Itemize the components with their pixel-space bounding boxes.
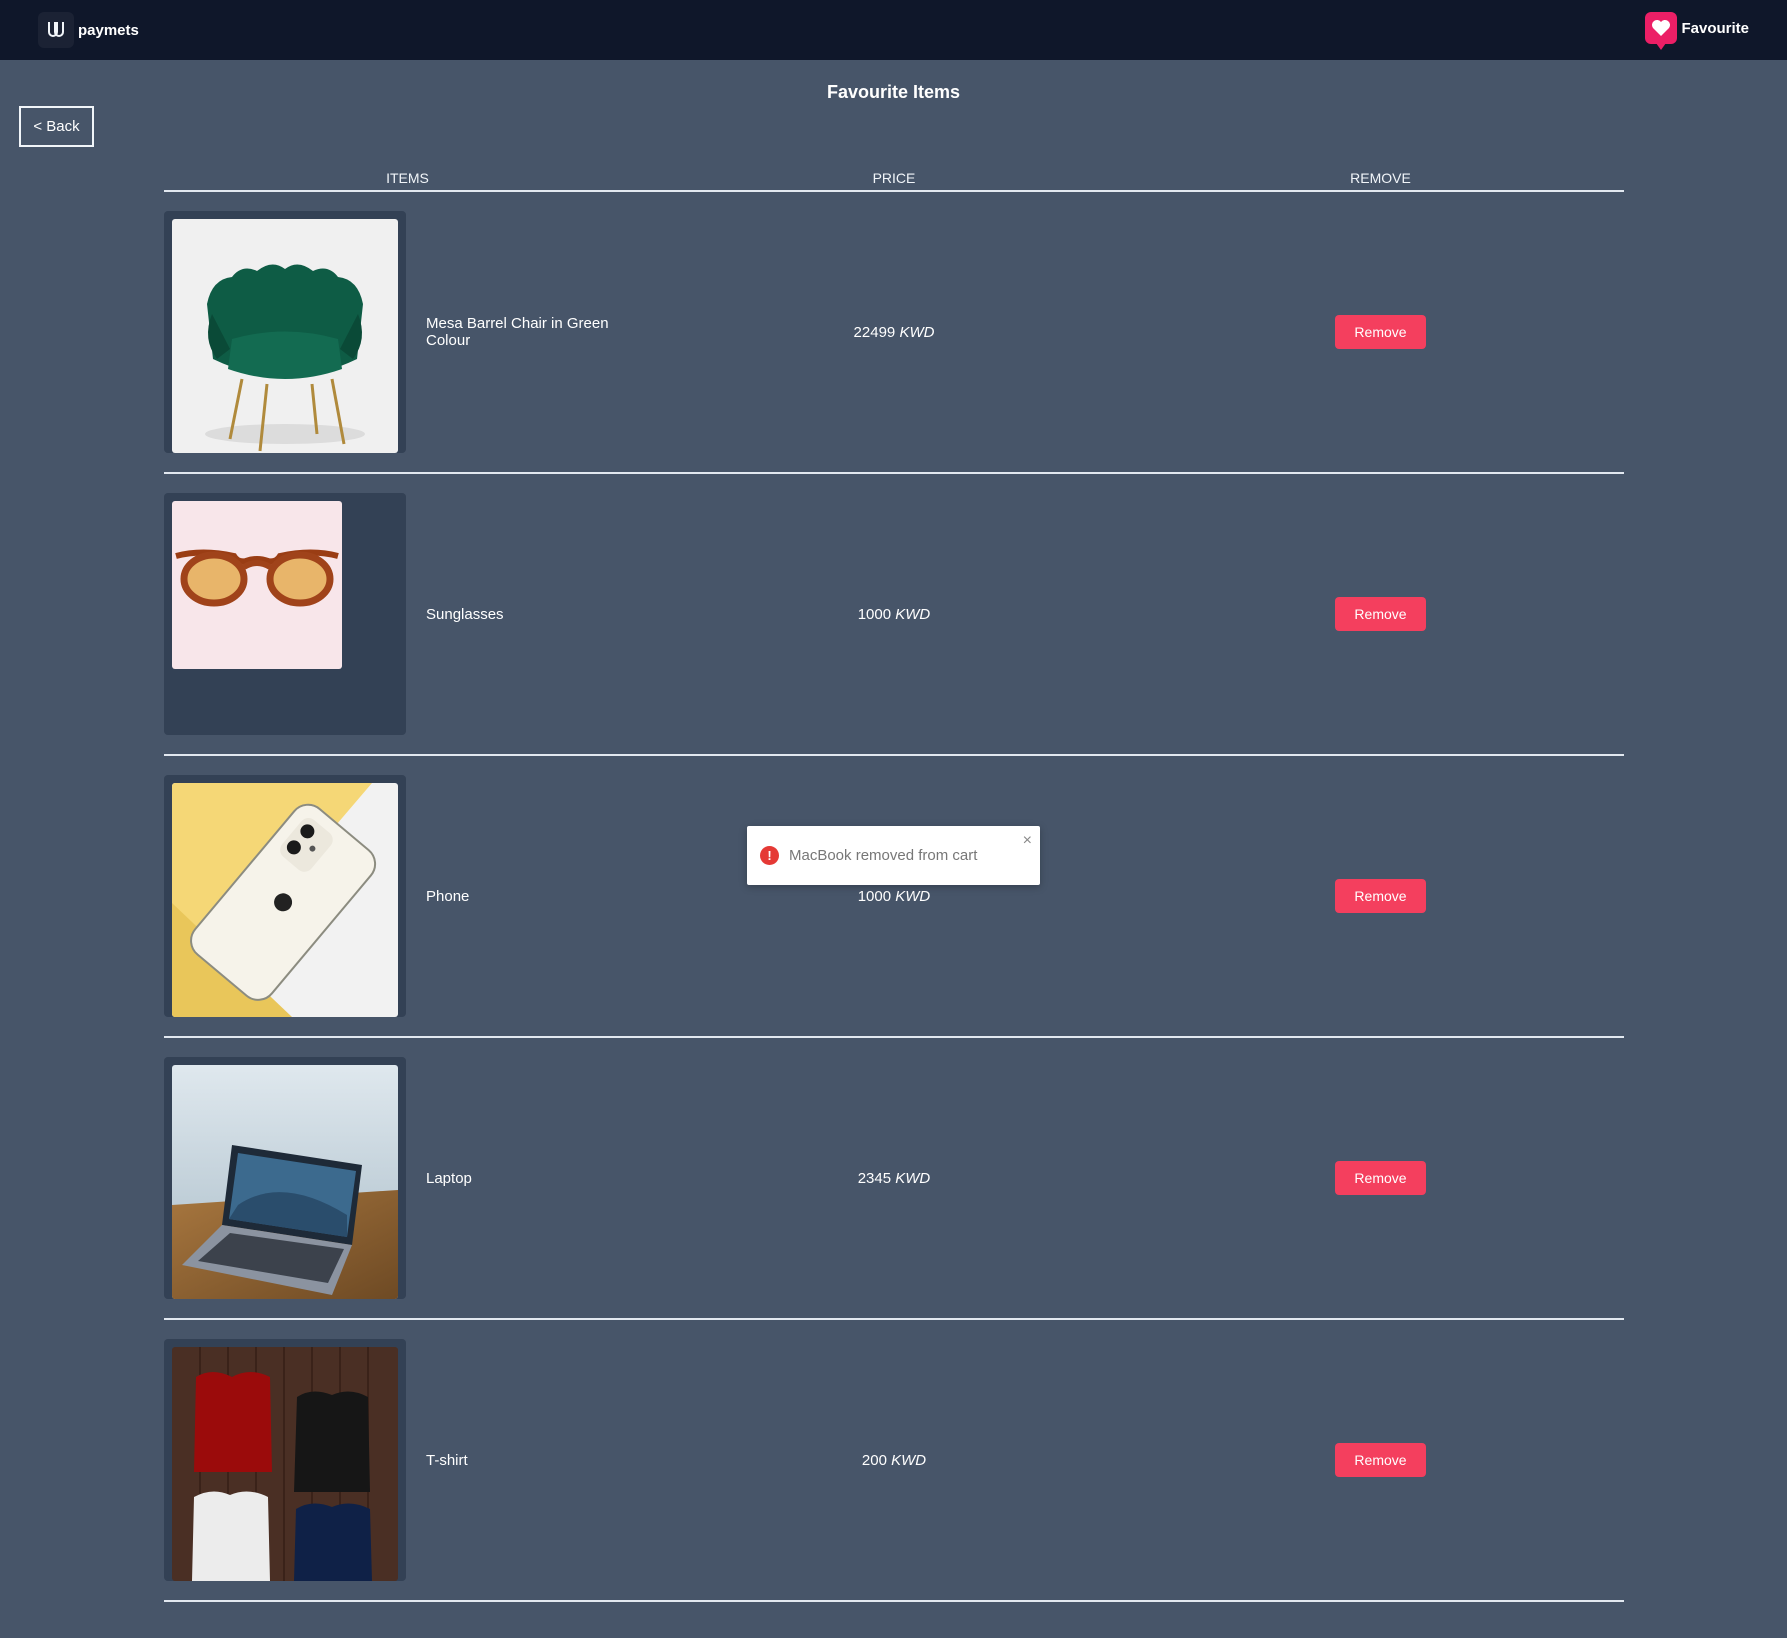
- thumbnail-frame: [164, 1339, 406, 1581]
- remove-button[interactable]: Remove: [1335, 597, 1426, 631]
- brand-logo-icon: [38, 12, 74, 48]
- price-cell: 1000 KWD: [651, 606, 1137, 623]
- brand-name: paymets: [78, 21, 139, 39]
- remove-cell: Remove: [1137, 597, 1624, 631]
- thumbnail-frame: [164, 493, 406, 735]
- remove-cell: Remove: [1137, 1161, 1624, 1195]
- price-cell: 2345 KWD: [651, 1170, 1137, 1187]
- remove-button[interactable]: Remove: [1335, 315, 1426, 349]
- price-currency: KWD: [899, 323, 935, 341]
- price-cell: 1000 KWD: [651, 888, 1137, 905]
- brand[interactable]: paymets: [38, 12, 139, 48]
- price-value: 1000: [857, 605, 892, 623]
- remove-cell: Remove: [1137, 315, 1624, 349]
- price-currency: KWD: [895, 605, 931, 623]
- green-chair-image[interactable]: [172, 219, 398, 453]
- error-icon: !: [760, 846, 779, 865]
- table-row: T-shirt 200 KWD Remove: [164, 1320, 1624, 1602]
- price-value: 200: [861, 1451, 887, 1469]
- price-currency: KWD: [891, 1451, 927, 1469]
- item-name: Sunglasses: [426, 605, 504, 623]
- table-row: Sunglasses 1000 KWD Remove: [164, 474, 1624, 756]
- table-row: Laptop 2345 KWD Remove: [164, 1038, 1624, 1320]
- item-name: Mesa Barrel Chair in Green Colour: [426, 315, 609, 349]
- sunglasses-image[interactable]: [172, 501, 342, 669]
- table-header: ITEMS PRICE REMOVE: [164, 166, 1624, 192]
- price-cell: 22499 KWD: [651, 324, 1137, 341]
- price-value: 22499: [853, 323, 896, 341]
- thumbnail-frame: [164, 775, 406, 1017]
- thumbnail-frame: [164, 1057, 406, 1299]
- price-value: 2345: [857, 1169, 892, 1187]
- toast-message: MacBook removed from cart: [789, 847, 978, 864]
- item-name: T-shirt: [426, 1451, 468, 1469]
- header-items: ITEMS: [386, 170, 429, 186]
- remove-button[interactable]: Remove: [1335, 1161, 1426, 1195]
- header-remove: REMOVE: [1350, 170, 1411, 186]
- price-currency: KWD: [895, 887, 931, 905]
- item-cell: Mesa Barrel Chair in Green Colour: [164, 192, 651, 472]
- remove-cell: Remove: [1137, 879, 1624, 913]
- item-cell: Laptop: [164, 1038, 651, 1318]
- phone-image[interactable]: [172, 783, 398, 1017]
- item-cell: Sunglasses: [164, 474, 651, 754]
- toast-notification: ! MacBook removed from cart ×: [747, 826, 1040, 885]
- price-value: 1000: [857, 887, 892, 905]
- item-cell: T-shirt: [164, 1320, 651, 1600]
- remove-button[interactable]: Remove: [1335, 879, 1426, 913]
- remove-button[interactable]: Remove: [1335, 1443, 1426, 1477]
- top-navbar: paymets Favourite: [0, 0, 1787, 60]
- tshirts-image[interactable]: [172, 1347, 398, 1581]
- price-currency: KWD: [895, 1169, 931, 1187]
- remove-cell: Remove: [1137, 1443, 1624, 1477]
- item-cell: Phone: [164, 756, 651, 1036]
- thumbnail-frame: [164, 211, 406, 453]
- back-button[interactable]: < Back: [19, 106, 94, 147]
- price-cell: 200 KWD: [651, 1452, 1137, 1469]
- item-name: Phone: [426, 887, 470, 905]
- favourite-nav-link[interactable]: Favourite: [1645, 12, 1749, 50]
- close-icon[interactable]: ×: [1023, 832, 1032, 850]
- page-title: Favourite Items: [826, 82, 961, 102]
- heart-icon: [1645, 12, 1678, 50]
- table-row: Phone 1000 KWD Remove: [164, 756, 1624, 1038]
- table-row: Mesa Barrel Chair in Green Colour 22499 …: [164, 192, 1624, 474]
- favourite-label: Favourite: [1681, 19, 1749, 37]
- laptop-image[interactable]: [172, 1065, 398, 1299]
- item-name: Laptop: [426, 1169, 472, 1187]
- header-price: PRICE: [872, 170, 916, 186]
